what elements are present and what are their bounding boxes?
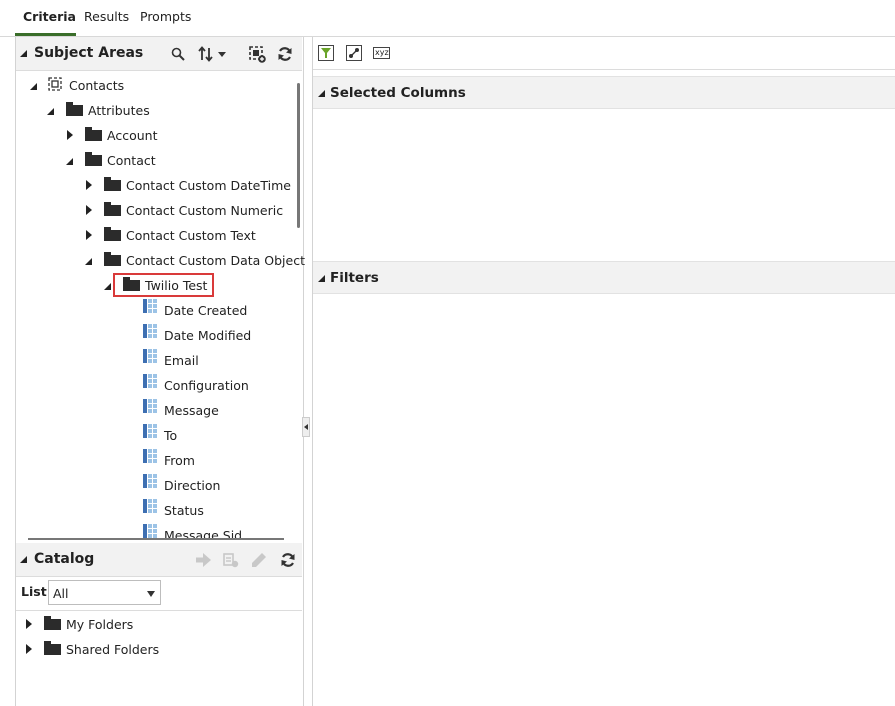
column-item[interactable]: From [164, 453, 195, 468]
expand-toggle[interactable] [26, 644, 32, 654]
column-item[interactable]: Date Modified [164, 328, 251, 343]
column-icon [143, 349, 157, 363]
filter-icon[interactable] [318, 45, 334, 61]
column-icon [143, 374, 157, 388]
collapse-filters-icon[interactable] [318, 275, 325, 282]
column-item[interactable]: Message [164, 403, 219, 418]
catalog-title: Catalog [34, 551, 95, 567]
column-icon [143, 424, 157, 438]
column-icon [143, 299, 157, 313]
chevron-down-icon [147, 591, 155, 597]
catalog-my-folders[interactable]: My Folders [66, 617, 133, 632]
column-icon [143, 499, 157, 513]
catalog-divider [16, 610, 302, 611]
column-icon [143, 399, 157, 413]
edit-icon[interactable] [251, 552, 267, 568]
catalog-shared-folders[interactable]: Shared Folders [66, 642, 159, 657]
column-item[interactable]: To [164, 428, 177, 443]
column-icon [143, 524, 157, 538]
refresh-catalog-icon[interactable] [280, 552, 296, 568]
selected-columns-header: Selected Columns [313, 76, 895, 109]
add-to-criteria-icon[interactable] [195, 553, 212, 567]
column-icon [143, 449, 157, 463]
filters-title: Filters [330, 270, 379, 286]
column-item[interactable]: Date Created [164, 303, 247, 318]
list-label: List [21, 584, 47, 599]
filters-header: Filters [313, 261, 895, 294]
right-toolbar-divider [313, 69, 895, 70]
column-list: Date Created Date Modified Email Configurat… [0, 0, 300, 540]
panel-splitter-handle[interactable] [302, 417, 310, 437]
expand-toggle[interactable] [26, 619, 32, 629]
edit-formula-icon[interactable] [346, 45, 362, 61]
properties-icon[interactable] [223, 552, 239, 568]
xyz-icon[interactable]: xyz [373, 47, 390, 59]
list-select-value: All [53, 586, 69, 601]
column-icon [143, 474, 157, 488]
column-item[interactable]: Direction [164, 478, 220, 493]
list-select[interactable]: All [48, 580, 161, 605]
xyz-icon-label: xyz [375, 48, 389, 57]
tree-vertical-scrollbar[interactable] [297, 83, 300, 228]
right-panel-border [312, 37, 313, 706]
tree-horizontal-scrollbar[interactable] [28, 538, 284, 540]
collapse-selected-columns-icon[interactable] [318, 90, 325, 97]
catalog-header: Catalog [16, 543, 302, 577]
column-item[interactable]: Email [164, 353, 199, 368]
column-item[interactable]: Status [164, 503, 204, 518]
selected-columns-title: Selected Columns [330, 85, 466, 101]
column-item[interactable]: Configuration [164, 378, 249, 393]
folder-icon [44, 616, 61, 630]
column-icon [143, 324, 157, 338]
folder-icon [44, 641, 61, 655]
